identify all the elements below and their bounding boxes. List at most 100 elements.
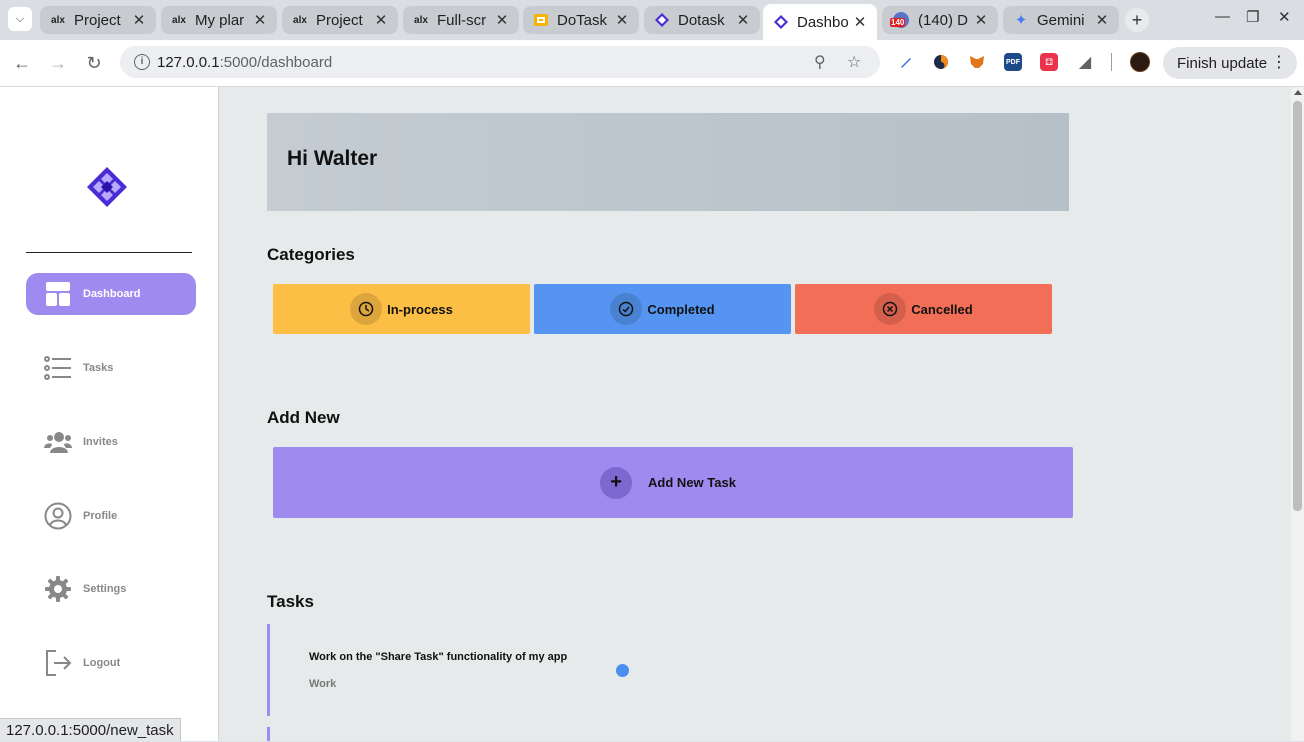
sidebar-item-label: Logout bbox=[83, 657, 121, 669]
tab-title: Full-scr bbox=[437, 11, 487, 29]
back-button[interactable]: ← bbox=[11, 52, 33, 74]
browser-tab[interactable]: alx Project ✕ bbox=[40, 6, 156, 34]
browser-tab-strip: ⌵ alx Project ✕ alx My plar ✕ alx Projec… bbox=[0, 0, 1304, 40]
browser-tab[interactable]: alx Project ✕ bbox=[282, 6, 398, 34]
add-new-heading: Add New bbox=[267, 408, 340, 427]
sidebar-item-profile[interactable]: Profile bbox=[26, 495, 196, 537]
page-scrollbar[interactable] bbox=[1291, 87, 1304, 741]
dice-extension-icon[interactable]: ⚃ bbox=[1040, 53, 1058, 71]
browser-tab[interactable]: DoTask ✕ bbox=[523, 6, 639, 34]
close-icon[interactable]: ✕ bbox=[613, 11, 631, 29]
more-vertical-icon[interactable]: ⋮ bbox=[1271, 52, 1287, 72]
browser-tab[interactable]: alx My plar ✕ bbox=[161, 6, 277, 34]
pdf-extension-icon[interactable]: PDF bbox=[1004, 53, 1022, 71]
notification-badge: 140 bbox=[890, 18, 906, 27]
browser-tab[interactable]: Dotask ✕ bbox=[644, 6, 760, 34]
task-item[interactable]: Work on the "Share Task" functionality o… bbox=[267, 624, 670, 716]
alx-icon: alx bbox=[172, 14, 186, 26]
category-cancelled[interactable]: Cancelled bbox=[795, 284, 1052, 334]
sidebar: Dashboard Tasks Invites Profile Settings… bbox=[0, 87, 219, 741]
sidebar-item-logout[interactable]: Logout bbox=[26, 642, 196, 684]
sidebar-item-label: Invites bbox=[83, 436, 118, 448]
tab-title: My plar bbox=[195, 11, 245, 29]
browser-tab[interactable]: 140 (140) D ✕ bbox=[882, 6, 998, 34]
category-label: Cancelled bbox=[911, 301, 973, 317]
main-content: Hi Walter Categories In-process Complete… bbox=[219, 87, 1291, 741]
sidebar-item-label: Tasks bbox=[83, 362, 114, 374]
gemini-icon: ✦ bbox=[1014, 12, 1028, 29]
bookmark-star-icon[interactable]: ☆ bbox=[847, 52, 861, 72]
close-icon[interactable]: ✕ bbox=[372, 11, 390, 29]
toolbar-divider bbox=[1111, 53, 1112, 71]
close-icon[interactable]: ✕ bbox=[493, 11, 511, 29]
finish-update-label: Finish update bbox=[1177, 54, 1268, 72]
dotask-icon bbox=[654, 12, 670, 28]
sidebar-divider bbox=[26, 252, 192, 253]
tab-title: (140) D bbox=[918, 11, 969, 29]
category-in-process[interactable]: In-process bbox=[273, 284, 530, 334]
pen-extension-icon[interactable] bbox=[897, 53, 915, 71]
link-status-bar: 127.0.0.1:5000/new_task bbox=[0, 718, 181, 741]
close-icon[interactable]: ✕ bbox=[851, 13, 869, 31]
greeting-banner: Hi Walter bbox=[267, 113, 1069, 211]
task-item-border bbox=[267, 727, 270, 741]
list-icon bbox=[44, 354, 72, 382]
url-text[interactable]: 127.0.0.1:5000/dashboard bbox=[157, 54, 332, 71]
tab-title: Project bbox=[316, 11, 363, 29]
profile-avatar[interactable] bbox=[1130, 52, 1150, 72]
address-bar[interactable]: i 127.0.0.1:5000/dashboard ⚲ ☆ bbox=[120, 46, 880, 78]
close-window-button[interactable]: ✕ bbox=[1278, 8, 1291, 26]
sidebar-item-tasks[interactable]: Tasks bbox=[26, 347, 196, 389]
close-icon[interactable]: ✕ bbox=[251, 11, 269, 29]
plus-icon: + bbox=[600, 466, 633, 499]
tab-title: DoTask bbox=[557, 11, 608, 29]
alx-icon: alx bbox=[414, 14, 428, 26]
tasks-heading: Tasks bbox=[267, 592, 314, 611]
dotask-icon bbox=[773, 14, 789, 30]
extensions-puzzle-icon[interactable]: ◢ bbox=[1076, 53, 1094, 71]
site-info-icon[interactable]: i bbox=[134, 54, 150, 70]
slides-icon bbox=[533, 12, 549, 28]
minimize-button[interactable]: — bbox=[1215, 8, 1230, 25]
category-completed[interactable]: Completed bbox=[534, 284, 791, 334]
task-status-dot bbox=[616, 664, 629, 677]
browser-tab[interactable]: ✦ Gemini ✕ bbox=[1003, 6, 1119, 34]
restore-button[interactable]: ❐ bbox=[1246, 8, 1259, 26]
finish-update-button[interactable]: Finish update ⋮ bbox=[1163, 47, 1297, 79]
add-new-task-button[interactable]: + Add New Task bbox=[273, 447, 1073, 518]
logout-icon bbox=[44, 649, 72, 677]
browser-tab[interactable]: alx Full-scr ✕ bbox=[403, 6, 519, 34]
close-icon[interactable]: ✕ bbox=[1093, 11, 1111, 29]
sidebar-item-label: Settings bbox=[83, 583, 127, 595]
close-icon[interactable]: ✕ bbox=[130, 11, 148, 29]
tab-title: Gemini bbox=[1037, 11, 1085, 29]
alx-icon: alx bbox=[293, 14, 307, 26]
check-circle-icon bbox=[610, 293, 643, 325]
sidebar-item-settings[interactable]: Settings bbox=[26, 568, 196, 610]
close-icon[interactable]: ✕ bbox=[734, 11, 752, 29]
reload-button[interactable]: ↻ bbox=[83, 52, 105, 74]
gear-icon bbox=[44, 575, 72, 603]
tab-title: Dotask bbox=[678, 11, 725, 29]
tab-title: Dashbo bbox=[797, 13, 849, 31]
greeting-title: Hi Walter bbox=[287, 147, 378, 170]
tab-search-menu-button[interactable]: ⌵ bbox=[8, 7, 32, 31]
scrollbar-thumb[interactable] bbox=[1293, 101, 1302, 511]
close-icon[interactable]: ✕ bbox=[972, 11, 990, 29]
sidebar-item-dashboard[interactable]: Dashboard bbox=[26, 273, 196, 315]
task-title: Work on the "Share Task" functionality o… bbox=[309, 651, 568, 663]
sidebar-item-label: Dashboard bbox=[83, 288, 141, 300]
dotask-logo bbox=[87, 167, 127, 207]
add-new-task-label: Add New Task bbox=[648, 475, 736, 490]
sidebar-item-invites[interactable]: Invites bbox=[26, 421, 196, 463]
dashboard-icon bbox=[44, 280, 72, 308]
zoom-icon[interactable]: ⚲ bbox=[814, 52, 826, 72]
scroll-up-arrow-icon[interactable] bbox=[1294, 90, 1302, 95]
loop-extension-icon[interactable] bbox=[932, 53, 950, 71]
metamask-icon[interactable] bbox=[968, 53, 986, 71]
clock-icon bbox=[350, 293, 383, 325]
browser-tab-active[interactable]: Dashbo ✕ bbox=[763, 4, 877, 40]
forward-button[interactable]: → bbox=[47, 52, 69, 74]
new-tab-button[interactable]: + bbox=[1125, 8, 1149, 32]
users-icon bbox=[44, 428, 72, 456]
